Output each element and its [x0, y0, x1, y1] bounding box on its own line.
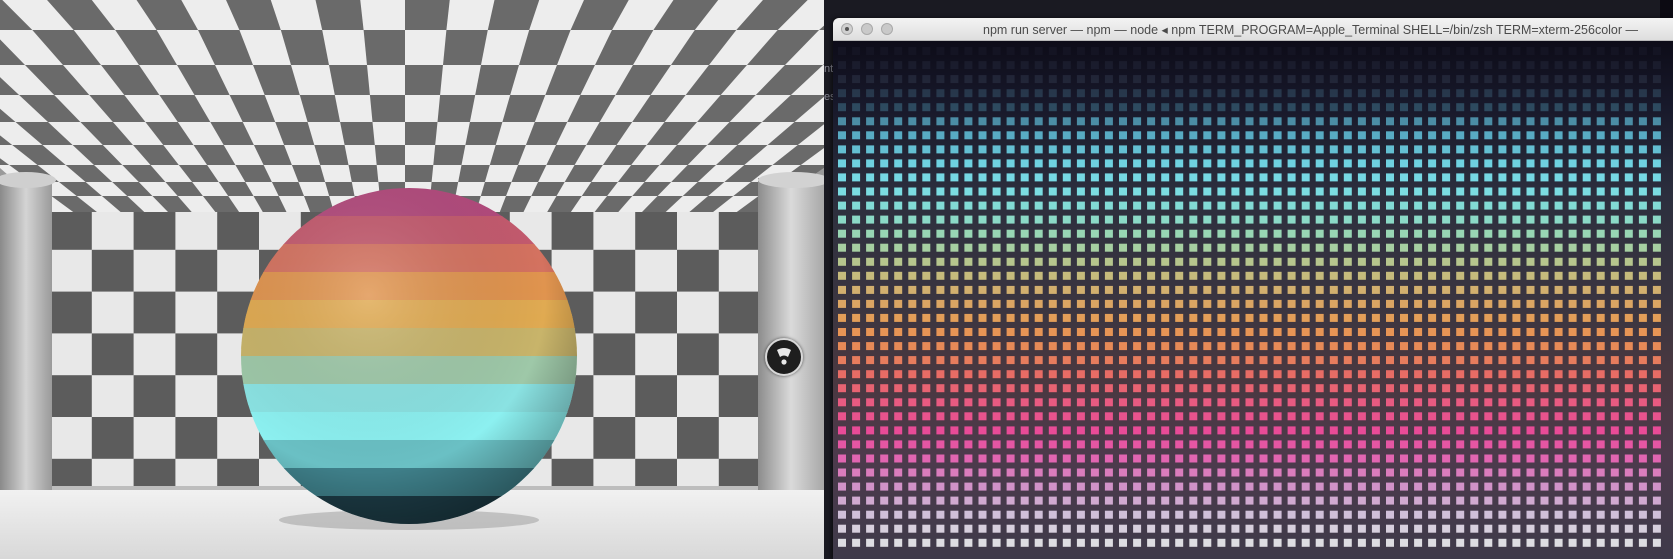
- minimize-window-button[interactable]: [861, 23, 873, 35]
- terminal-window[interactable]: npm run server — npm — node ◂ npm TERM_P…: [833, 18, 1673, 559]
- terminal-titlebar[interactable]: npm run server — npm — node ◂ npm TERM_P…: [833, 18, 1673, 41]
- color-block-grid: [838, 47, 1661, 547]
- vr-headset-icon: [777, 348, 791, 365]
- ceiling: [0, 0, 824, 212]
- right-column: [758, 178, 824, 490]
- close-window-button[interactable]: [841, 23, 853, 35]
- scene-canvas[interactable]: [0, 0, 824, 559]
- terminal-title: npm run server — npm — node ◂ npm TERM_P…: [983, 23, 1639, 37]
- terminal-output[interactable]: [833, 41, 1673, 559]
- enter-vr-button[interactable]: [765, 338, 803, 376]
- gradient-sphere[interactable]: [241, 188, 577, 525]
- zoom-window-button[interactable]: [881, 23, 893, 35]
- terminal-region: nt es npm run server — npm — node ◂ npm …: [824, 0, 1673, 559]
- 3d-scene-viewport[interactable]: [0, 0, 824, 559]
- background-window-text: nt: [824, 63, 834, 75]
- left-column: [0, 178, 52, 490]
